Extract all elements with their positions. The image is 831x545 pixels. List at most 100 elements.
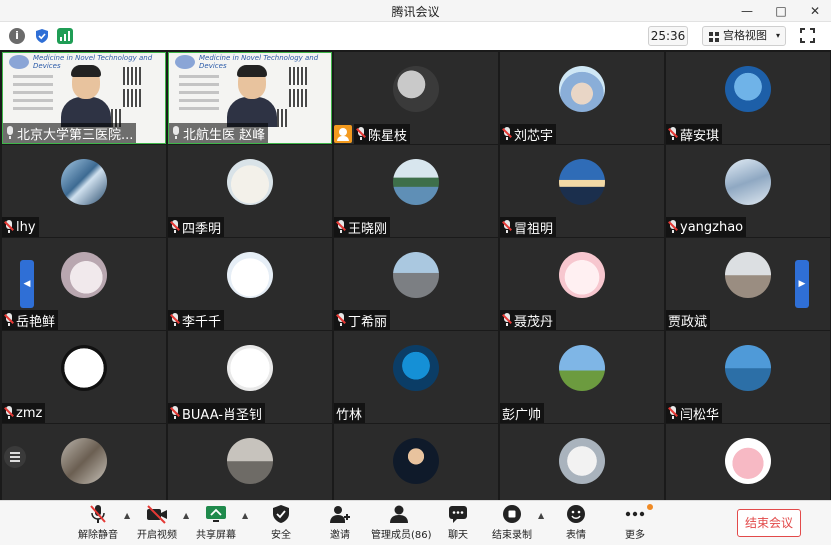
poster-text-line bbox=[13, 99, 53, 102]
mic-muted-icon bbox=[4, 220, 14, 234]
window-title: 腾讯会议 bbox=[391, 5, 440, 19]
poster-text-line bbox=[13, 83, 53, 86]
participant-name-row: 竹林 bbox=[334, 403, 366, 423]
avatar bbox=[559, 66, 605, 112]
meeting-timer: 25:36 bbox=[648, 26, 688, 46]
poster-text-line bbox=[179, 75, 219, 78]
participant-name-row: 彭广帅 bbox=[500, 403, 545, 423]
shield-icon[interactable] bbox=[34, 28, 50, 44]
grid-icon bbox=[709, 32, 719, 42]
meeting-toolbar: i 25:36 宫格视图 ▾ bbox=[0, 22, 831, 50]
participant-name: BUAA-肖圣钊 bbox=[182, 407, 262, 423]
participant-tile[interactable]: BUAA-肖圣钊 bbox=[168, 331, 332, 423]
avatar bbox=[61, 252, 107, 298]
signal-icon[interactable] bbox=[57, 28, 73, 44]
mic-icon bbox=[171, 126, 181, 140]
reactions-button[interactable]: 表情 bbox=[564, 504, 588, 544]
journal-logo bbox=[175, 55, 195, 69]
participant-tile[interactable]: yangzhao bbox=[666, 145, 830, 237]
fullscreen-icon[interactable] bbox=[800, 28, 815, 43]
participant-name: 彭广帅 bbox=[502, 407, 542, 423]
add-user-icon bbox=[330, 506, 350, 523]
avatar bbox=[227, 159, 273, 205]
mic-muted-icon bbox=[170, 220, 180, 234]
participant-tile[interactable]: 彭广帅 bbox=[500, 331, 664, 423]
poster-text-line bbox=[13, 107, 53, 110]
view-mode-selector[interactable]: 宫格视图 ▾ bbox=[702, 26, 786, 46]
security-button[interactable]: 安全 bbox=[266, 504, 296, 544]
video-options-caret[interactable]: ▲ bbox=[183, 511, 189, 520]
participant-tile[interactable]: 王晓刚 bbox=[334, 145, 498, 237]
audio-options-caret[interactable]: ▲ bbox=[124, 511, 130, 520]
avatar bbox=[227, 438, 273, 484]
participant-tile[interactable]: 四季明 bbox=[168, 145, 332, 237]
share-screen-icon bbox=[206, 506, 226, 522]
participant-tile[interactable]: 薛安琪 bbox=[666, 52, 830, 144]
manage-members-label: 管理成员(86) bbox=[371, 530, 432, 541]
avatar bbox=[559, 438, 605, 484]
qr-code bbox=[123, 89, 141, 107]
participant-tile[interactable]: 闫松华 bbox=[666, 331, 830, 423]
camera-off-icon bbox=[147, 505, 167, 524]
chat-icon bbox=[449, 506, 467, 523]
participant-tile[interactable]: 刘芯宇 bbox=[500, 52, 664, 144]
unmute-label: 解除静音 bbox=[78, 530, 118, 541]
chat-label: 聊天 bbox=[448, 530, 468, 541]
close-button[interactable]: ✕ bbox=[804, 2, 826, 20]
participant-name: 贾政斌 bbox=[668, 314, 708, 330]
participant-name-row: 冒祖明 bbox=[500, 217, 557, 237]
chat-button[interactable]: 聊天 bbox=[446, 504, 470, 544]
end-meeting-button[interactable]: 结束会议 bbox=[737, 509, 801, 537]
start-video-button[interactable]: 开启视频 bbox=[137, 504, 177, 544]
participant-tile[interactable]: 陈星枝 bbox=[334, 52, 498, 144]
participant-name-row: 贾政斌 bbox=[666, 310, 711, 330]
share-screen-label: 共享屏幕 bbox=[196, 530, 236, 541]
mic-muted-icon bbox=[502, 313, 512, 327]
poster-text-line bbox=[13, 91, 53, 94]
participant-tile[interactable]: 竹林 bbox=[334, 331, 498, 423]
share-options-caret[interactable]: ▲ bbox=[242, 511, 248, 520]
qr-code bbox=[289, 67, 307, 85]
end-recording-button[interactable]: 结束录制 bbox=[492, 504, 532, 544]
participant-tile[interactable]: 冒祖明 bbox=[500, 145, 664, 237]
participant-name: 刘芯宇 bbox=[514, 128, 554, 144]
info-icon[interactable]: i bbox=[9, 28, 25, 44]
participant-name-row: 薛安琪 bbox=[666, 124, 723, 144]
mic-muted-icon bbox=[336, 220, 346, 234]
invite-button[interactable]: 邀请 bbox=[327, 504, 353, 544]
participant-name-row: 刘芯宇 bbox=[500, 124, 557, 144]
invite-label: 邀请 bbox=[330, 530, 350, 541]
previous-page-button[interactable]: ◀ bbox=[20, 260, 34, 308]
maximize-button[interactable]: □ bbox=[770, 2, 792, 20]
avatar bbox=[61, 345, 107, 391]
video-tile[interactable]: Medicine in Novel Technology and Devices… bbox=[168, 52, 332, 144]
avatar bbox=[725, 66, 771, 112]
manage-members-button[interactable]: 管理成员(86) bbox=[371, 504, 432, 544]
participant-tile[interactable]: 丁希丽 bbox=[334, 238, 498, 330]
share-screen-button[interactable]: 共享屏幕 bbox=[196, 504, 236, 544]
participant-tile[interactable]: lhy bbox=[2, 145, 166, 237]
avatar bbox=[393, 345, 439, 391]
video-tile[interactable]: Medicine in Novel Technology and Devices… bbox=[2, 52, 166, 144]
poster-text-line bbox=[179, 83, 219, 86]
avatar bbox=[393, 252, 439, 298]
avatar bbox=[227, 345, 273, 391]
participant-tile[interactable]: zmz bbox=[2, 331, 166, 423]
recording-options-caret[interactable]: ▲ bbox=[538, 511, 544, 520]
participant-tile[interactable]: 李千千 bbox=[168, 238, 332, 330]
participant-name: 李千千 bbox=[182, 314, 222, 330]
bottom-control-bar: 解除静音 ▲ 开启视频 ▲ 共享屏幕 ▲ 安全 邀请 管理成员(86) 聊天 结… bbox=[0, 500, 831, 545]
participant-name-row: 四季明 bbox=[168, 217, 225, 237]
participant-tile[interactable]: 聂茂丹 bbox=[500, 238, 664, 330]
participant-name-row: yangzhao bbox=[666, 217, 747, 237]
participant-name: 丁希丽 bbox=[348, 314, 388, 330]
list-icon[interactable] bbox=[4, 446, 26, 468]
minimize-button[interactable]: — bbox=[736, 2, 758, 20]
next-page-button[interactable]: ▶ bbox=[795, 260, 809, 308]
participant-name-row: zmz bbox=[2, 403, 46, 423]
unmute-button[interactable]: 解除静音 bbox=[78, 504, 118, 544]
more-button[interactable]: 更多 bbox=[623, 504, 653, 544]
avatar bbox=[725, 438, 771, 484]
participant-name: lhy bbox=[16, 219, 36, 235]
speaker-video bbox=[227, 65, 277, 127]
